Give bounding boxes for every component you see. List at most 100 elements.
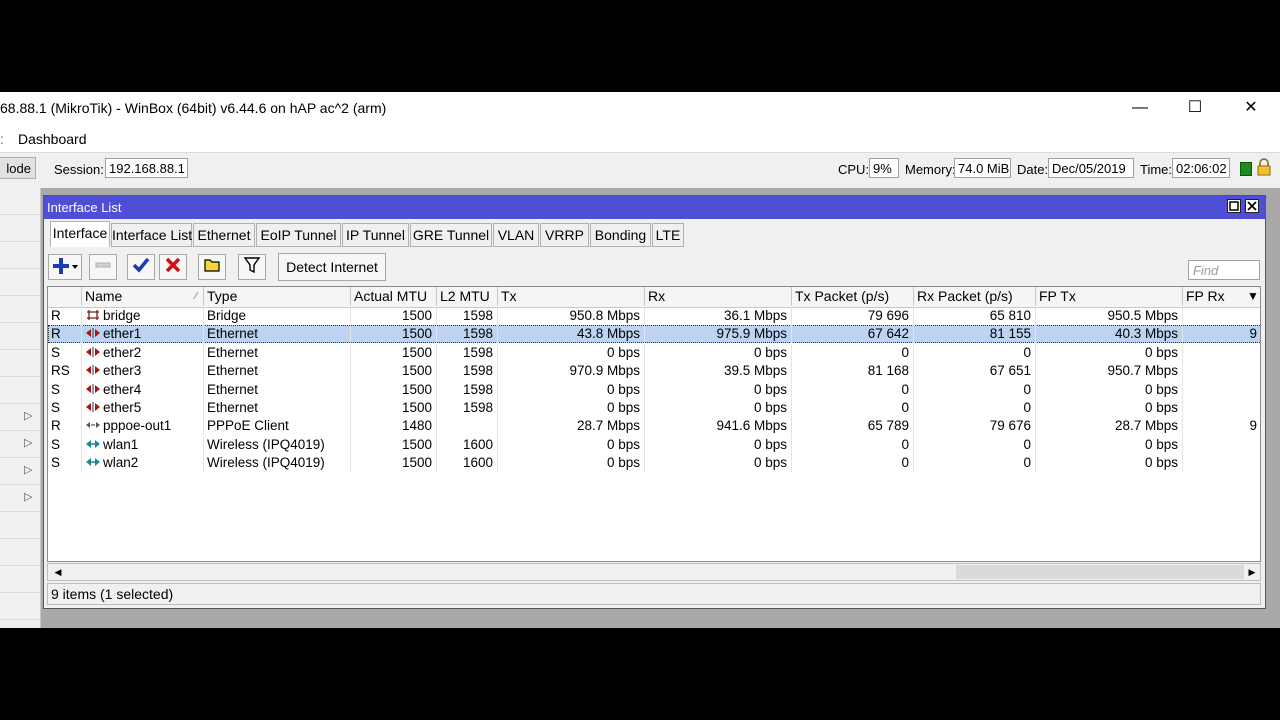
table-row[interactable]: Rbridge Bridge 1500 1598 950.8 Mbps 36.1 Mbps…: [48, 307, 1260, 325]
tab-ip-tunnel[interactable]: IP Tunnel: [342, 223, 409, 247]
sidebar-item[interactable]: ▷: [0, 458, 40, 485]
tab-lte[interactable]: LTE: [652, 223, 684, 247]
cell-rxp: 0: [914, 399, 1036, 417]
scroll-thumb[interactable]: [956, 565, 1244, 579]
scroll-left-icon[interactable]: ◀: [50, 564, 66, 580]
table-row[interactable]: Sether5 Ethernet 1500 1598 0 bps 0 bps 0 0 0 bps: [48, 399, 1260, 417]
table-row[interactable]: Rpppoe-out1 PPPoE Client 1480 28.7 Mbps 941.…: [48, 417, 1260, 436]
table-row[interactable]: Swlan2 Wireless (IPQ4019) 1500 1600 0 bps 0 b…: [48, 454, 1260, 473]
cell-mtu: 1500: [351, 325, 437, 344]
cell-type: Ethernet: [204, 325, 351, 344]
column-header-tx[interactable]: Tx: [498, 287, 645, 306]
sidebar-item[interactable]: [0, 539, 40, 566]
mode-button[interactable]: lode: [0, 157, 36, 179]
cell-rx: 36.1 Mbps: [645, 307, 792, 325]
column-header-actual-mtu[interactable]: Actual MTU: [351, 287, 437, 306]
filter-button[interactable]: [238, 254, 266, 280]
cpu-label: CPU:: [838, 162, 870, 177]
column-header-flags[interactable]: [48, 287, 82, 306]
sort-indicator-icon: ⁄: [195, 291, 197, 302]
cell-flag: S: [48, 435, 82, 454]
column-header-type[interactable]: Type: [204, 287, 351, 306]
cell-type: Bridge: [204, 307, 351, 325]
tab-ethernet[interactable]: Ethernet: [193, 223, 255, 247]
menu-dashboard[interactable]: Dashboard: [18, 131, 87, 147]
tab-vrrp[interactable]: VRRP: [540, 223, 589, 247]
panel-maximize-button[interactable]: [1227, 199, 1241, 213]
sidebar-item[interactable]: [0, 512, 40, 539]
cell-tx: 0 bps: [498, 343, 645, 362]
cell-type: Wireless (IPQ4019): [204, 435, 351, 454]
column-chooser-icon[interactable]: ▼: [1244, 287, 1260, 306]
submenu-arrow-icon: ▷: [24, 410, 33, 422]
sidebar-item[interactable]: [0, 377, 40, 404]
cell-rxp: 81 155: [914, 325, 1036, 344]
sidebar-item[interactable]: [0, 269, 40, 296]
column-header-name[interactable]: Name ⁄: [82, 287, 204, 306]
comment-button[interactable]: [198, 254, 226, 280]
cell-fptx: 0 bps: [1036, 380, 1183, 399]
horizontal-scrollbar[interactable]: ◀ ▶: [47, 563, 1261, 581]
sidebar-item[interactable]: [0, 350, 40, 377]
column-header-fp-tx[interactable]: FP Tx: [1036, 287, 1183, 306]
sidebar-item[interactable]: [0, 323, 40, 350]
cell-tx: 0 bps: [498, 435, 645, 454]
cell-fprx: 9: [1183, 417, 1260, 435]
sidebar-item[interactable]: [0, 215, 40, 242]
column-header-rx-packet-p-s[interactable]: Rx Packet (p/s): [914, 287, 1036, 306]
table-row[interactable]: Swlan1 Wireless (IPQ4019) 1500 1600 0 bps 0 b…: [48, 435, 1260, 454]
ethernet-icon: [85, 382, 103, 397]
cell-l2mtu: 1598: [437, 325, 498, 344]
window-title: 68.88.1 (MikroTik) - WinBox (64bit) v6.4…: [0, 100, 387, 116]
sidebar-item[interactable]: ▷: [0, 404, 40, 431]
tab-vlan[interactable]: VLAN: [493, 223, 539, 247]
tab-interface-list[interactable]: Interface List: [111, 223, 192, 247]
sidebar-item[interactable]: [0, 593, 40, 620]
add-button[interactable]: [48, 254, 82, 280]
find-input[interactable]: Find: [1188, 260, 1260, 280]
enable-button[interactable]: [127, 254, 155, 280]
cell-mtu: 1480: [351, 417, 437, 436]
cell-rxp: 0: [914, 435, 1036, 454]
sidebar-item[interactable]: ▷: [0, 485, 40, 512]
minus-icon: [95, 262, 111, 268]
cell-rx: 975.9 Mbps: [645, 325, 792, 344]
session-field[interactable]: 192.168.88.1: [105, 158, 188, 178]
bridge-icon: [85, 308, 103, 323]
table-row[interactable]: Rether1 Ethernet 1500 1598 43.8 Mbps 975.9 Mb…: [48, 325, 1260, 344]
table-row[interactable]: Sether4 Ethernet 1500 1598 0 bps 0 bps 0 0 0 bps: [48, 380, 1260, 399]
interface-name: wlan1: [103, 436, 139, 452]
tab-gre-tunnel[interactable]: GRE Tunnel: [410, 223, 492, 247]
detect-internet-button[interactable]: Detect Internet: [278, 253, 386, 281]
scroll-track[interactable]: [66, 565, 954, 579]
menu-separator-icon: :: [0, 131, 4, 147]
submenu-arrow-icon: ▷: [24, 464, 33, 476]
scroll-right-icon[interactable]: ▶: [1244, 564, 1260, 580]
disable-button[interactable]: [159, 254, 187, 280]
column-header-l2-mtu[interactable]: L2 MTU: [437, 287, 498, 306]
remove-button[interactable]: [89, 254, 117, 280]
tab-interface[interactable]: Interface: [50, 221, 110, 247]
minimize-button[interactable]: —: [1112, 92, 1168, 124]
column-header-label: Tx: [501, 288, 517, 304]
cell-type: Wireless (IPQ4019): [204, 454, 351, 473]
table-row[interactable]: Sether2 Ethernet 1500 1598 0 bps 0 bps 0 0 0 bps: [48, 343, 1260, 362]
panel-title-bar[interactable]: Interface List: [44, 196, 1265, 219]
column-header-label: FP Rx: [1186, 288, 1225, 304]
tab-eoip-tunnel[interactable]: EoIP Tunnel: [256, 223, 341, 247]
panel-close-button[interactable]: [1245, 199, 1259, 213]
cell-txp: 81 168: [792, 362, 914, 381]
sidebar-item[interactable]: [0, 188, 40, 215]
interface-name: ether4: [103, 381, 142, 397]
sidebar-item[interactable]: ▷: [0, 431, 40, 458]
table-row[interactable]: RS ether3 Ethernet 1500 1598 970.9 Mbps 39.5 M…: [48, 362, 1260, 381]
sidebar-item[interactable]: [0, 242, 40, 269]
maximize-button[interactable]: ☐: [1167, 92, 1223, 124]
close-button[interactable]: ✕: [1223, 92, 1279, 124]
tab-bonding[interactable]: Bonding: [590, 223, 651, 247]
column-header-rx[interactable]: Rx: [645, 287, 792, 306]
column-header-tx-packet-p-s[interactable]: Tx Packet (p/s): [792, 287, 914, 306]
sidebar-item[interactable]: [0, 296, 40, 323]
sidebar-item[interactable]: [0, 566, 40, 593]
interface-name: pppoe-out1: [103, 418, 172, 434]
